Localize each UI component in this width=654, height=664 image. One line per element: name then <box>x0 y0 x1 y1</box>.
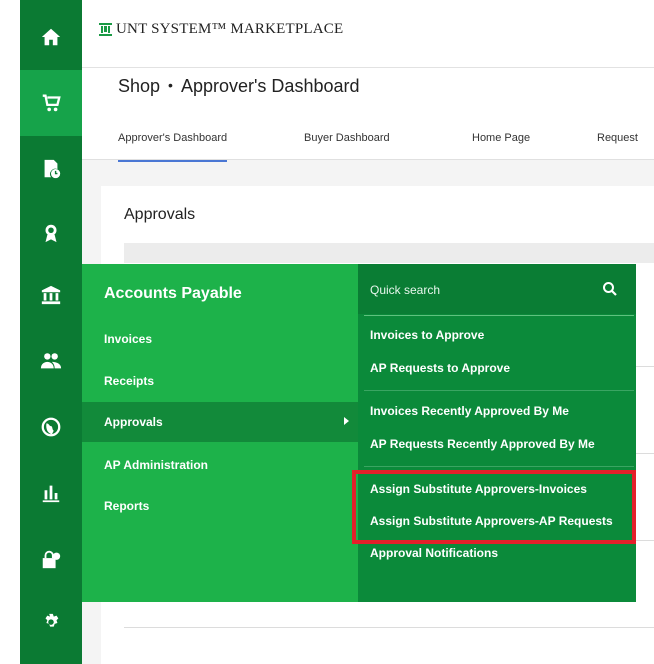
globe-icon <box>41 417 61 437</box>
menu-item-ap-administration[interactable]: AP Administration <box>104 458 208 472</box>
nav-people[interactable] <box>20 328 82 394</box>
card-header-band <box>124 243 654 263</box>
divider <box>636 366 654 367</box>
quick-search-input[interactable]: Quick search <box>370 283 440 297</box>
top-bar: UNT SYSTEM™ MARKETPLACE <box>82 0 654 68</box>
nav-shop[interactable] <box>20 70 82 136</box>
tab-buyer-dashboard[interactable]: Buyer Dashboard <box>304 132 390 144</box>
left-nav-rail <box>20 0 82 664</box>
divider <box>636 453 654 454</box>
highlight-box <box>352 470 636 544</box>
home-icon <box>41 28 61 46</box>
submenu-invoices-recently-approved[interactable]: Invoices Recently Approved By Me <box>370 404 569 418</box>
chevron-right-icon <box>344 417 349 425</box>
submenu-approval-notifications[interactable]: Approval Notifications <box>370 546 498 560</box>
bank-icon <box>41 285 61 305</box>
nav-reports[interactable] <box>20 460 82 526</box>
quick-search-underline <box>364 315 634 316</box>
submenu-divider <box>364 466 634 467</box>
menu-item-approvals[interactable]: Approvals <box>104 415 163 429</box>
nav-settings[interactable] <box>20 590 82 656</box>
logo[interactable]: UNT SYSTEM™ MARKETPLACE <box>98 21 343 38</box>
search-icon[interactable] <box>602 281 618 297</box>
submenu-invoices-to-approve[interactable]: Invoices to Approve <box>370 328 484 342</box>
logo-text: UNT SYSTEM™ MARKETPLACE <box>116 21 344 37</box>
menu-item-reports[interactable]: Reports <box>104 499 149 513</box>
tab-request[interactable]: Request <box>597 132 638 144</box>
unt-logo-icon <box>99 23 112 36</box>
menu-item-invoices[interactable]: Invoices <box>104 332 152 346</box>
menu-title: Accounts Payable <box>104 285 242 302</box>
gear-icon <box>45 613 59 627</box>
award-icon <box>45 224 57 243</box>
breadcrumb-section[interactable]: Shop <box>118 76 160 96</box>
lock-gear-icon <box>42 550 61 569</box>
card-title: Approvals <box>124 206 196 223</box>
submenu-divider <box>364 390 634 391</box>
menu-item-receipts[interactable]: Receipts <box>104 374 154 388</box>
breadcrumb: Shop • Approver's Dashboard <box>118 76 360 97</box>
tab-bar: Approver's Dashboard Buyer Dashboard Hom… <box>82 120 654 162</box>
nav-awards[interactable] <box>20 200 82 266</box>
document-clock-icon <box>44 159 61 179</box>
nav-documents[interactable] <box>20 136 82 202</box>
divider <box>636 540 654 541</box>
breadcrumb-page: Approver's Dashboard <box>180 76 360 96</box>
nav-home[interactable] <box>20 4 82 70</box>
breadcrumb-separator: • <box>168 77 173 93</box>
people-icon <box>40 353 62 369</box>
submenu-ap-requests-to-approve[interactable]: AP Requests to Approve <box>370 361 510 375</box>
bar-chart-icon <box>42 485 60 503</box>
nav-admin[interactable] <box>20 526 82 592</box>
cart-icon <box>42 94 61 112</box>
page: Approvals UNT SYSTEM™ MARKETPLACE Shop • A… <box>0 0 654 664</box>
nav-accounts-payable[interactable] <box>20 262 82 328</box>
nav-global[interactable] <box>20 394 82 460</box>
tab-approvers-dashboard[interactable]: Approver's Dashboard <box>118 132 228 162</box>
divider <box>124 627 654 628</box>
submenu-ap-requests-recently-approved[interactable]: AP Requests Recently Approved By Me <box>370 437 595 451</box>
tab-home-page[interactable]: Home Page <box>472 132 530 144</box>
